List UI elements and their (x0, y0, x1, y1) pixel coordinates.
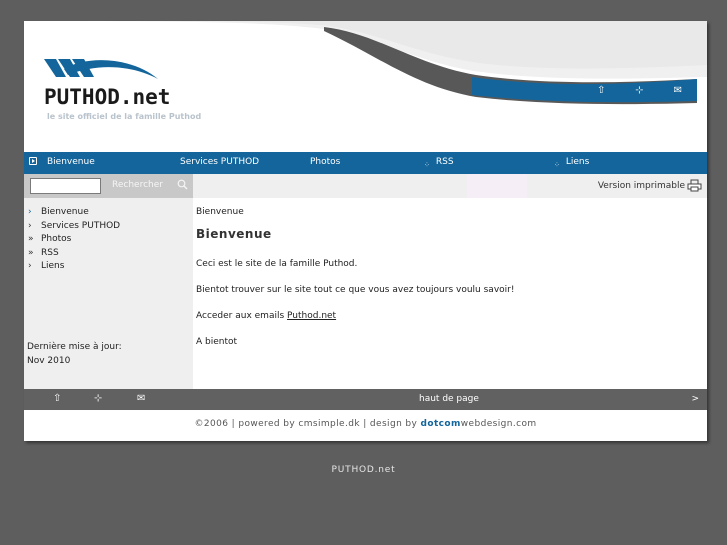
footer-bar: ⇧ ⊹ ✉ haut de page > (24, 389, 707, 410)
sidebar-item-bienvenue[interactable]: › Bienvenue (28, 206, 120, 220)
sidebar-item-label: Liens (41, 261, 65, 271)
nav-item-label: Liens (565, 157, 590, 167)
nav-item-photos[interactable]: Photos (310, 152, 340, 174)
last-update-label: Dernière mise à jour: (27, 342, 122, 352)
credits-text: ©2006 | powered by cmsimple.dk | design … (194, 419, 421, 429)
last-update-value: Nov 2010 (27, 356, 71, 366)
main-nav: Bienvenue Services PUTHOD Photos ⁘ RSS ⁘ L… (24, 152, 707, 174)
nav-item-label: RSS (435, 157, 454, 167)
sidebar-item-label: Photos (41, 234, 72, 244)
arrow-icon: › (28, 207, 32, 217)
back-to-top-link[interactable]: haut de page (419, 389, 479, 409)
page-container: PUTHOD.net le site officiel de la famill… (24, 21, 707, 441)
highlight-band (467, 174, 527, 198)
paragraph-emails: Acceder aux emails Puthod.net (196, 311, 696, 321)
nav-item-label: Services PUTHOD (180, 157, 260, 167)
double-arrow-icon: » (28, 247, 34, 258)
nav-item-label: Photos (310, 157, 341, 167)
double-arrow-icon: » (28, 234, 34, 244)
search-bar: Rechercher Version imprimable (24, 174, 707, 198)
last-update: Dernière mise à jour: Nov 2010 (27, 340, 122, 368)
paragraph-closing: A bientot (196, 337, 238, 347)
sidebar-item-liens[interactable]: › Liens (28, 260, 120, 274)
nav-item-liens[interactable]: ⁘ Liens (554, 152, 589, 174)
emails-link[interactable]: Puthod.net (287, 311, 336, 321)
nav-item-label: Bienvenue (47, 157, 95, 167)
arrow-icon: › (28, 220, 32, 231)
site-logo[interactable]: PUTHOD.net (44, 85, 170, 109)
sitemap-icon[interactable]: ⊹ (631, 83, 647, 99)
magnifier-icon[interactable] (177, 179, 188, 193)
paragraph-intro: Ceci est le site de la famille Puthod. (196, 259, 358, 269)
search-area: Rechercher (24, 174, 193, 198)
sidebar-item-label: Bienvenue (41, 207, 89, 217)
search-button[interactable]: Rechercher (112, 180, 163, 190)
sidebar-item-services[interactable]: › Services PUTHOD (28, 220, 120, 234)
sidebar-item-label: RSS (41, 247, 59, 258)
sidebar-item-rss[interactable]: » RSS (28, 247, 120, 261)
nav-item-services[interactable]: Services PUTHOD (180, 152, 259, 174)
active-arrow-icon (29, 157, 37, 165)
main-content: Bienvenue Bienvenue Ceci est le site de … (196, 207, 696, 347)
nav-item-rss[interactable]: ⁘ RSS (424, 152, 454, 174)
dots-icon: ⁘ (424, 161, 430, 169)
sitemap-icon[interactable]: ⊹ (94, 389, 102, 409)
page-title: Bienvenue (196, 227, 272, 241)
bottom-site-title: PUTHOD.net (331, 465, 396, 475)
nav-item-bienvenue[interactable]: Bienvenue (29, 152, 95, 174)
printer-icon[interactable] (687, 179, 702, 195)
mail-icon[interactable]: ✉ (670, 83, 686, 99)
credits-brand[interactable]: dotcom (421, 419, 461, 429)
sidebar-item-label: Services PUTHOD (41, 220, 121, 231)
print-link[interactable]: Version imprimable (598, 181, 685, 191)
arrow-icon: › (28, 261, 32, 271)
site-tagline: le site officiel de la famille Puthod (47, 112, 202, 121)
credits: ©2006 | powered by cmsimple.dk | design … (24, 410, 707, 441)
sidebar-menu: › Bienvenue › Services PUTHOD » Photos » RSS… (28, 206, 120, 274)
mail-icon[interactable]: ✉ (137, 389, 145, 409)
header-shortcuts: ⇧ ⊹ ✉ (582, 81, 697, 101)
search-input[interactable] (30, 178, 101, 194)
next-page-link[interactable]: > (691, 389, 699, 409)
dots-icon: ⁘ (554, 161, 560, 169)
paragraph-info: Bientot trouver sur le site tout ce que … (196, 285, 515, 295)
home-icon[interactable]: ⇧ (593, 83, 609, 99)
credits-suffix[interactable]: webdesign.com (461, 419, 537, 429)
emails-text: Acceder aux emails (196, 311, 288, 321)
sidebar: › Bienvenue › Services PUTHOD » Photos » RSS… (24, 198, 193, 389)
home-icon[interactable]: ⇧ (53, 389, 61, 409)
header: PUTHOD.net le site officiel de la famill… (24, 21, 707, 152)
breadcrumb: Bienvenue (196, 207, 244, 217)
sidebar-item-photos[interactable]: » Photos (28, 233, 120, 247)
